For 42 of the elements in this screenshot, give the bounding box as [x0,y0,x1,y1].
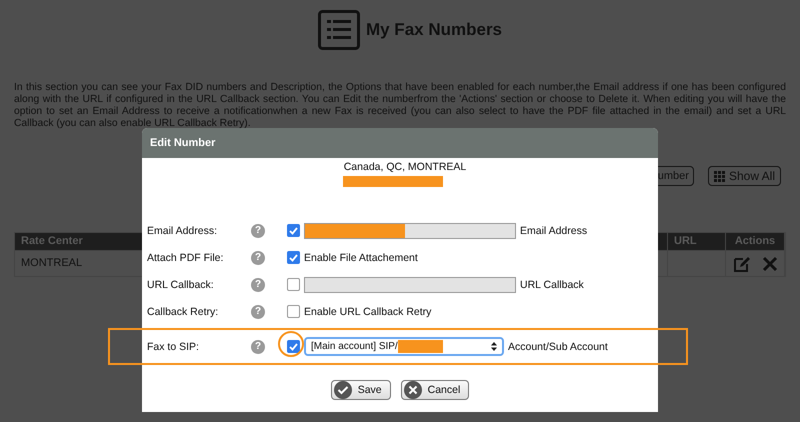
dialog-title: Edit Number [142,128,658,158]
description-text: In this section you can see your Fax DID numbers and Description, the Options that have been enabled for each number,the Email address if one has been configured along with the URL if configured in the URL Callback section. You can Edit the numberfrom the 'Actions' section or choose to Delete it. When editing you will have the option to set an Email Address to receive a notificationwhen a new Fax is received (you can also select to have the PDF file attached in the email) and set a URL Callback (you can also enable URL Callback Retry). [14,82,786,130]
checkbox[interactable] [287,305,300,318]
help-icon[interactable]: ? [251,250,265,264]
select-dropdown[interactable]: [Main account] SIP/ [304,337,504,356]
toolbar-button[interactable]: Show All [708,166,781,186]
checkmark-icon [289,226,298,234]
x-circle-icon [404,381,422,399]
checkbox[interactable] [287,278,300,291]
chevron-updown-icon [491,342,497,351]
column-header: URL [668,233,726,250]
help-icon[interactable]: ? [251,340,265,354]
field-label: Callback Retry: [147,306,220,318]
field-hint: Enable URL Callback Retry [304,306,432,318]
help-icon[interactable]: ? [251,304,265,318]
close-icon[interactable] [762,256,778,272]
checkmark-icon [289,254,298,262]
input-field[interactable] [304,276,516,292]
select-value: [Main account] SIP/ [311,341,398,352]
location-text: Canada, QC, MONTREAL [342,161,468,174]
checkbox[interactable] [287,224,300,237]
checkbox[interactable] [287,340,300,353]
input-field[interactable] [304,222,516,238]
checkbox[interactable] [287,251,300,264]
cancel-button[interactable]: Cancel [400,380,470,400]
field-label: Fax to SIP: [147,340,200,352]
help-icon[interactable]: ? [251,278,265,292]
help-icon[interactable]: ? [251,224,265,238]
page-title: My Fax Numbers [366,20,502,40]
field-hint: URL Callback [520,278,584,290]
grid-icon [714,170,725,182]
checkmark-icon [289,342,298,350]
check-circle-icon [334,381,352,399]
field-label: URL Callback: [147,278,215,290]
edit-icon[interactable] [732,254,750,272]
save-button[interactable]: Save [330,380,391,400]
list-icon [318,10,360,50]
field-hint: Account/Sub Account [508,340,608,352]
field-hint: Enable File Attachement [304,252,418,264]
highlight-circle [278,331,304,357]
column-header: Actions [726,233,785,250]
field-label: Attach PDF File: [147,252,224,264]
